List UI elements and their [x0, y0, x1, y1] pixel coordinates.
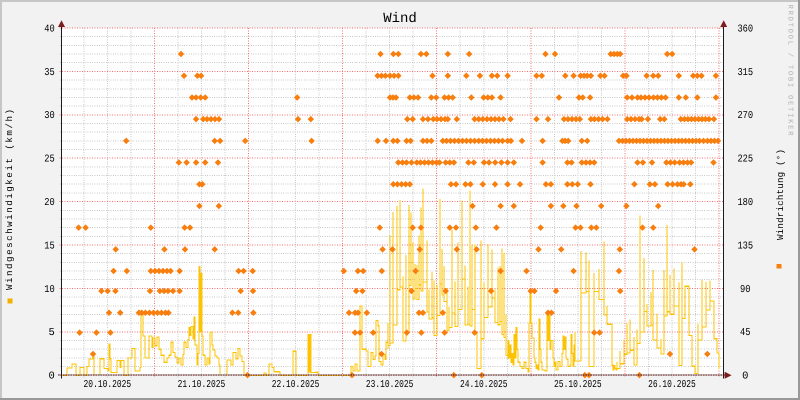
svg-text:26.10.2025: 26.10.2025: [648, 379, 696, 391]
svg-text:20.10.2025: 20.10.2025: [84, 379, 132, 391]
svg-text:40: 40: [44, 23, 55, 35]
svg-text:35: 35: [44, 67, 55, 79]
svg-text:25.10.2025: 25.10.2025: [554, 379, 602, 391]
svg-text:90: 90: [740, 284, 751, 296]
svg-text:135: 135: [737, 240, 753, 252]
svg-text:22.10.2025: 22.10.2025: [272, 379, 320, 391]
svg-text:45: 45: [740, 327, 751, 339]
svg-text:0: 0: [742, 371, 748, 383]
svg-text:15: 15: [44, 240, 55, 252]
svg-text:225: 225: [737, 154, 753, 166]
svg-text:RRDTOOL / TOBI OETIKER: RRDTOOL / TOBI OETIKER: [786, 5, 795, 137]
svg-text:10: 10: [44, 284, 55, 296]
svg-text:Windgeschwindigkeit (km/h): Windgeschwindigkeit (km/h): [4, 109, 15, 290]
svg-text:0: 0: [48, 371, 54, 383]
svg-text:270: 270: [737, 110, 753, 122]
svg-text:Windrichtung (°): Windrichtung (°): [775, 149, 786, 240]
svg-text:20: 20: [44, 197, 55, 209]
svg-text:360: 360: [737, 23, 753, 35]
svg-text:21.10.2025: 21.10.2025: [178, 379, 226, 391]
svg-text:315: 315: [737, 67, 753, 79]
svg-text:25: 25: [44, 154, 55, 166]
svg-text:24.10.2025: 24.10.2025: [460, 379, 508, 391]
svg-text:Wind: Wind: [383, 11, 417, 27]
svg-text:5: 5: [48, 327, 54, 339]
svg-text:180: 180: [737, 197, 753, 209]
svg-text:30: 30: [44, 110, 55, 122]
svg-text:23.10.2025: 23.10.2025: [366, 379, 414, 391]
